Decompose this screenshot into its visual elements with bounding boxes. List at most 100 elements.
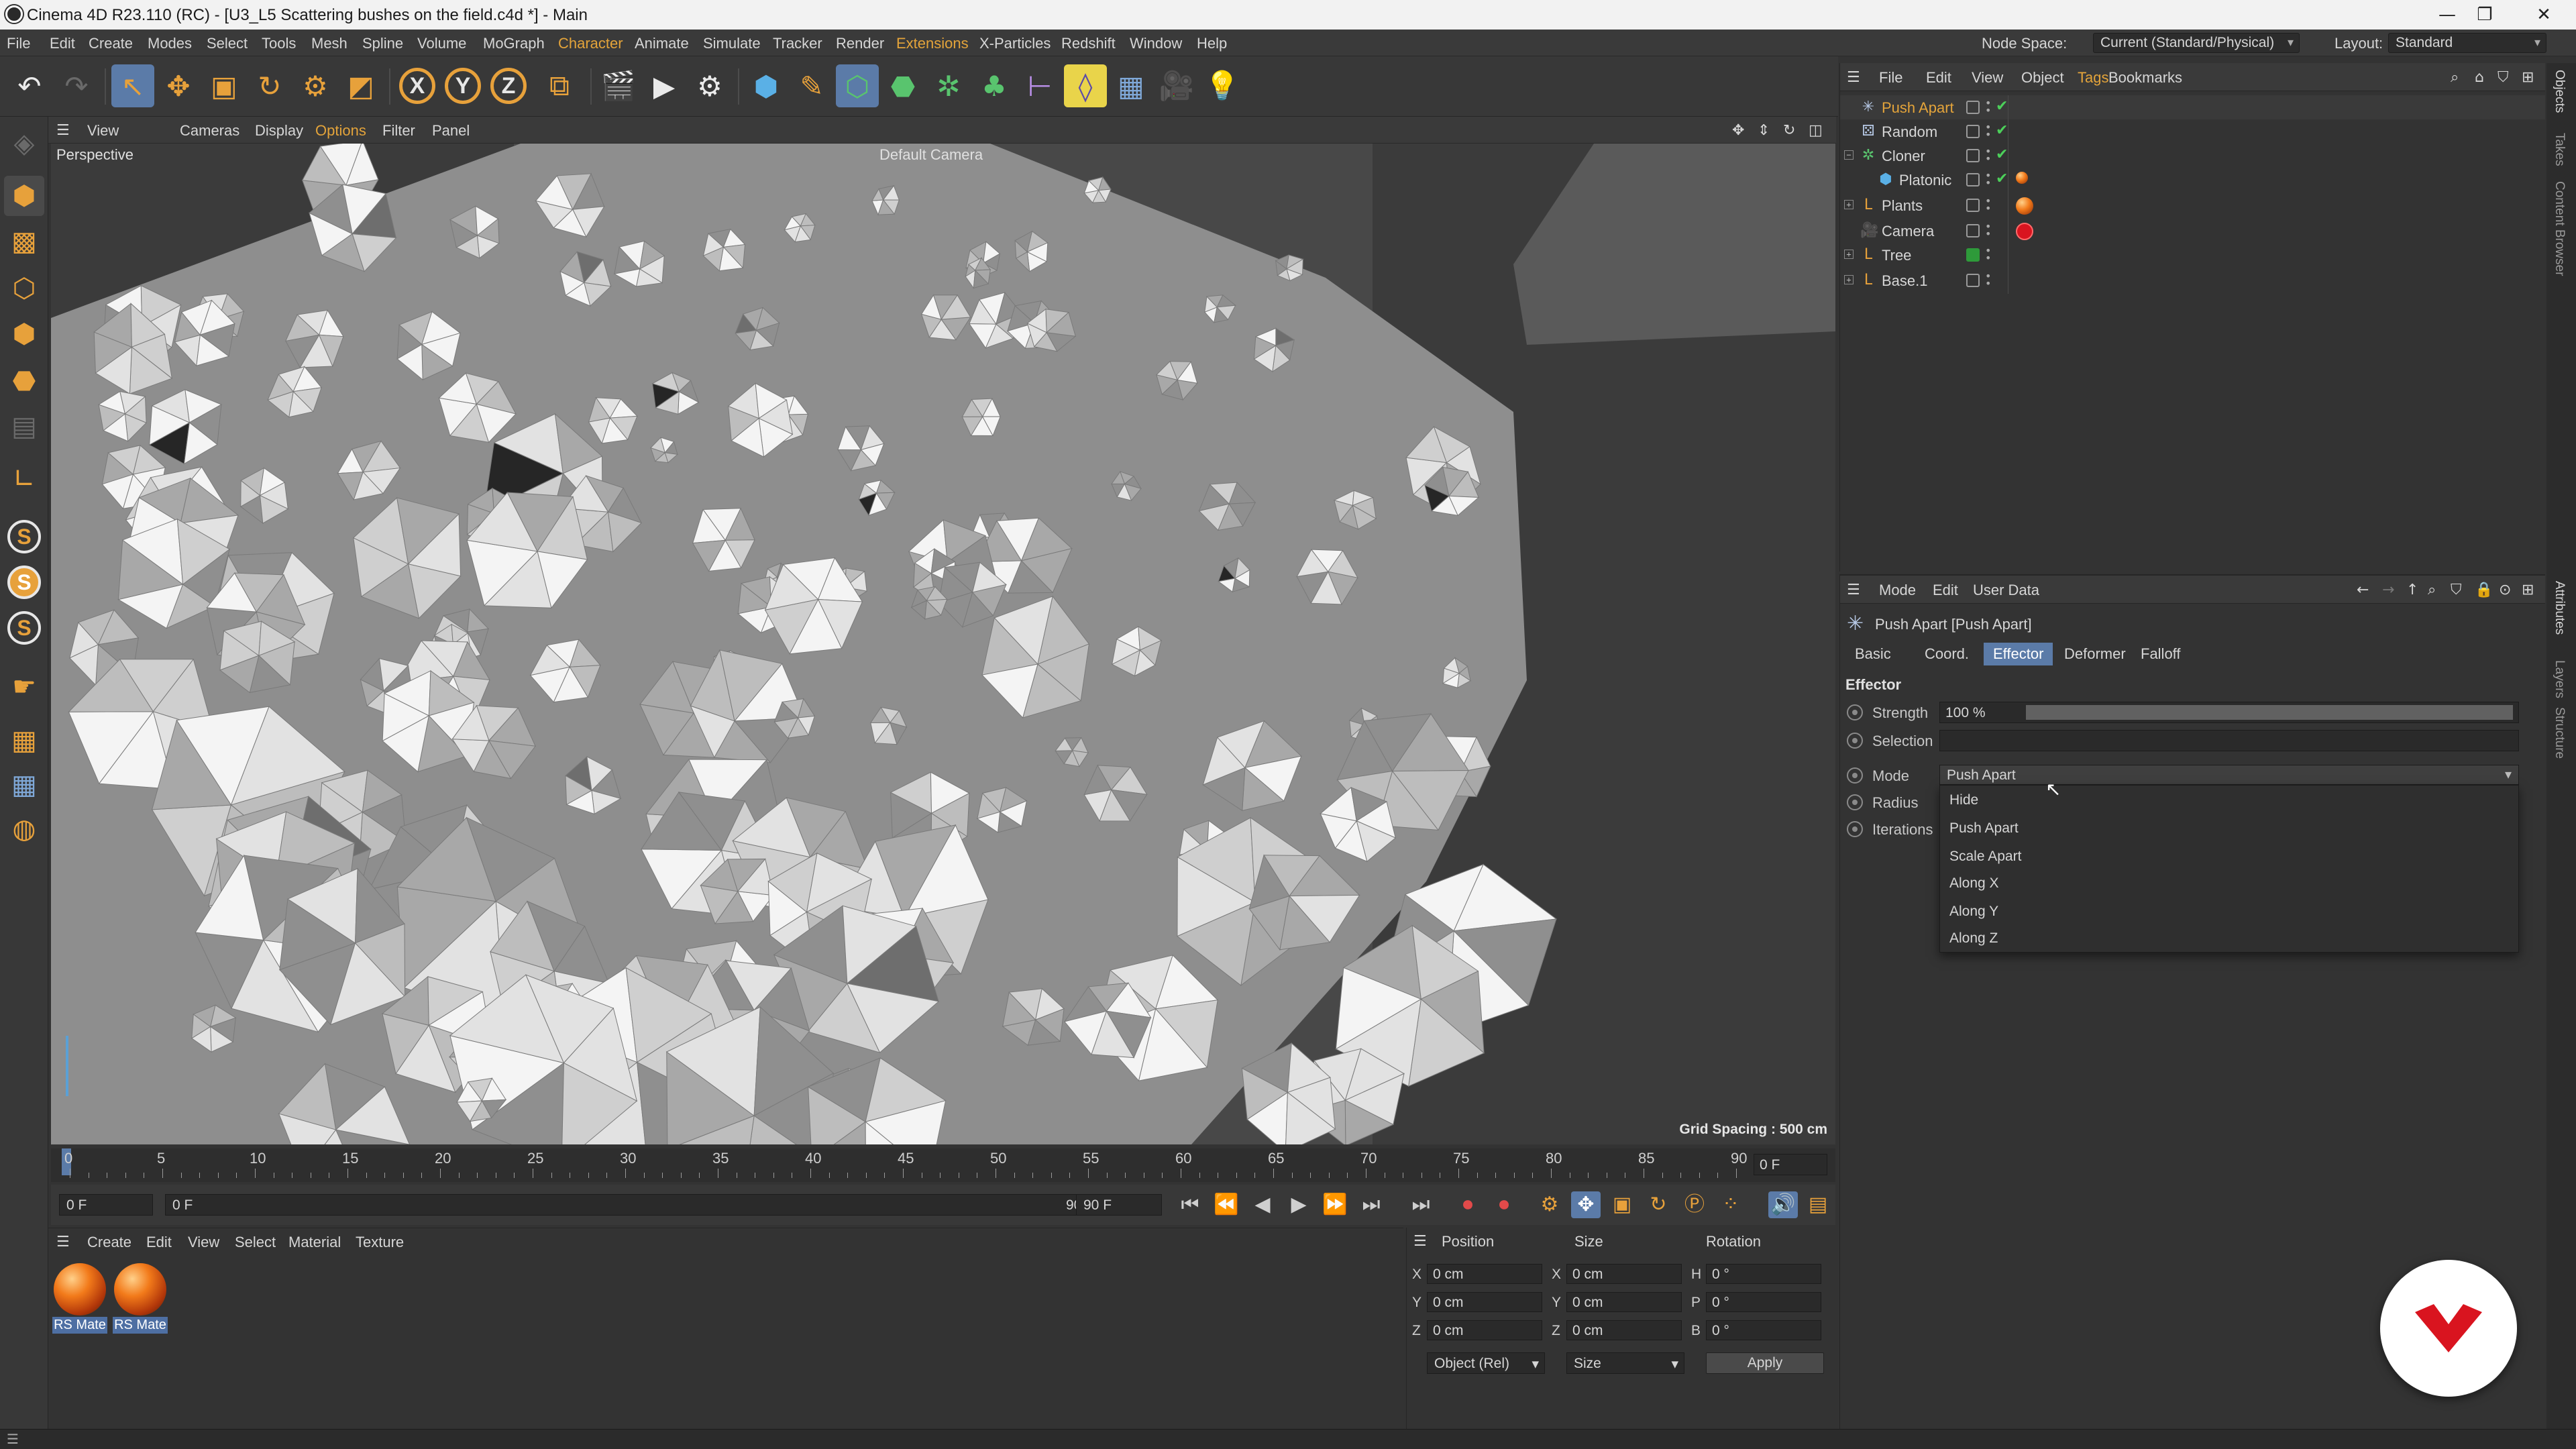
menu-render[interactable]: Render xyxy=(836,35,884,52)
animate-strength-icon[interactable] xyxy=(1847,704,1863,720)
previous-frame-icon[interactable]: ◀ xyxy=(1248,1191,1277,1218)
strength-value[interactable]: 100 % xyxy=(1945,705,1986,721)
live-selection-icon[interactable]: ↖ xyxy=(111,64,154,107)
visibility-toggle[interactable] xyxy=(1966,125,1980,138)
expand-icon[interactable]: + xyxy=(1844,250,1854,259)
snap-icon[interactable]: S xyxy=(4,517,44,557)
switch-view-icon[interactable]: ◫ xyxy=(1809,122,1823,139)
record-point-level-icon[interactable]: ⁘ xyxy=(1716,1191,1746,1218)
menu-edit[interactable]: Edit xyxy=(50,35,75,52)
tab-deformer[interactable]: Deformer xyxy=(2055,643,2135,665)
mode-option-along-x[interactable]: Along X xyxy=(1949,875,1999,892)
maximize-button[interactable]: ❐ xyxy=(2470,3,2500,27)
enabled-check-icon[interactable]: ✔ xyxy=(1996,146,2008,163)
objects-menu-edit[interactable]: Edit xyxy=(1926,69,1951,87)
tweak-icon[interactable]: ☛ xyxy=(4,667,44,707)
objects-menu-view[interactable]: View xyxy=(1972,69,2003,87)
animate-selection-icon[interactable] xyxy=(1847,733,1863,749)
object-row-push-apart[interactable]: ✳ Push Apart • • ✔ xyxy=(1840,95,2545,119)
new-panel-icon[interactable]: ⊞ xyxy=(2522,582,2534,598)
filter-icon[interactable]: ⛉ xyxy=(2498,69,2509,86)
next-frame-icon[interactable]: ⏩ xyxy=(1320,1191,1350,1218)
viewport-menu-view[interactable]: View xyxy=(87,122,119,140)
object-row-camera[interactable]: 🎥 Camera • • xyxy=(1840,219,2545,243)
menu-mograph[interactable]: MoGraph xyxy=(483,35,545,52)
material-tag-icon[interactable] xyxy=(2016,197,2033,215)
size-z-field[interactable]: 0 cm xyxy=(1566,1320,1682,1340)
scheme-icon[interactable]: 🔊 xyxy=(1768,1191,1798,1218)
zoom-view-icon[interactable]: ⇕ xyxy=(1758,122,1770,139)
menu-modes[interactable]: Modes xyxy=(148,35,192,52)
expand-icon[interactable]: + xyxy=(1844,200,1854,209)
search-icon[interactable]: ⌕ xyxy=(2428,582,2436,598)
position-z-field[interactable]: 0 cm xyxy=(1427,1320,1542,1340)
object-row-base1[interactable]: + L Base.1 • • xyxy=(1840,268,2545,292)
play-icon[interactable]: ▶ xyxy=(1284,1191,1313,1218)
menu-animate[interactable]: Animate xyxy=(635,35,689,52)
menu-volume[interactable]: Volume xyxy=(417,35,466,52)
rotate-icon[interactable]: ↻ xyxy=(248,64,291,107)
apply-button[interactable]: Apply xyxy=(1706,1352,1824,1374)
record-keys-icon[interactable]: ⏺ xyxy=(1453,1191,1483,1218)
hamburger-icon[interactable]: ☰ xyxy=(56,1234,70,1250)
polygons-mode-icon[interactable]: ⬣ xyxy=(4,361,44,401)
size-x-field[interactable]: 0 cm xyxy=(1566,1264,1682,1284)
viewport-menu-cameras[interactable]: Cameras xyxy=(180,122,239,140)
rotation-p-field[interactable]: 0 ° xyxy=(1706,1292,1821,1312)
menu-extensions[interactable]: Extensions xyxy=(896,35,969,52)
axis-mode-icon[interactable]: ∟ xyxy=(4,459,44,499)
protection-tag-icon[interactable] xyxy=(2016,223,2033,240)
scale-icon[interactable]: ▣ xyxy=(203,64,246,107)
object-row-tree[interactable]: + L Tree • • xyxy=(1840,243,2545,267)
objects-menu-tags[interactable]: Tags xyxy=(2078,69,2108,87)
object-row-cloner[interactable]: − ✲ Cloner • • ✔ xyxy=(1840,144,2545,168)
undo-icon[interactable]: ↶ xyxy=(8,64,51,107)
object-row-plants[interactable]: + L Plants • • xyxy=(1840,193,2545,217)
minimize-button[interactable]: — xyxy=(2432,3,2462,27)
menu-simulate[interactable]: Simulate xyxy=(703,35,761,52)
floor-icon[interactable]: ▦ xyxy=(1110,64,1152,107)
visibility-dots-icon[interactable]: • • xyxy=(1985,146,1991,164)
visibility-dots-icon[interactable]: • • xyxy=(1985,170,1991,189)
extrude-icon[interactable]: ⬣ xyxy=(881,64,924,107)
field-icon[interactable]: ◊ xyxy=(1064,64,1107,107)
record-position-icon[interactable]: ✥ xyxy=(1571,1191,1601,1218)
enabled-check-icon[interactable]: ✔ xyxy=(1996,170,2008,187)
mode-option-push-apart[interactable]: Push Apart xyxy=(1949,820,2019,837)
position-x-field[interactable]: 0 cm xyxy=(1427,1264,1542,1284)
menu-tracker[interactable]: Tracker xyxy=(773,35,822,52)
redo-icon[interactable]: ↷ xyxy=(55,64,98,107)
end-frame-field[interactable]: 90 F xyxy=(1076,1194,1162,1216)
mode-option-hide[interactable]: Hide xyxy=(1949,792,1978,808)
render-to-picture-viewer-icon[interactable]: ▶ xyxy=(643,64,686,107)
settings-icon[interactable]: ⊙ xyxy=(2499,582,2511,598)
locked-workplane-icon[interactable]: ▦ xyxy=(4,765,44,805)
material-menu-create[interactable]: Create xyxy=(87,1234,131,1251)
hamburger-icon[interactable]: ☰ xyxy=(1847,69,1860,86)
enabled-check-icon[interactable]: ✔ xyxy=(1996,98,2008,115)
forward-arrow-icon[interactable]: → xyxy=(2382,582,2394,598)
tab-falloff[interactable]: Falloff xyxy=(2131,643,2190,665)
menu-spline[interactable]: Spline xyxy=(362,35,403,52)
object-row-random[interactable]: ⚄ Random • • ✔ xyxy=(1840,119,2545,144)
coordinate-system-icon[interactable]: ⧉ xyxy=(538,64,581,107)
visibility-dots-icon[interactable]: • • xyxy=(1985,246,1991,264)
hamburger-icon[interactable]: ☰ xyxy=(1847,582,1860,598)
rotate-view-icon[interactable]: ↻ xyxy=(1783,122,1795,139)
objects-menu-object[interactable]: Object xyxy=(2021,69,2064,87)
objects-menu-file[interactable]: File xyxy=(1879,69,1902,87)
edges-mode-icon[interactable]: ⬢ xyxy=(4,314,44,354)
menu-window[interactable]: Window xyxy=(1130,35,1182,52)
material-thumbnail[interactable]: RS Mate xyxy=(113,1263,168,1334)
menu-help[interactable]: Help xyxy=(1197,35,1227,52)
y-axis-lock-icon[interactable]: Y xyxy=(441,64,484,107)
object-row-platonic[interactable]: ⬢ Platonic • • ✔ xyxy=(1840,168,2545,192)
mode-option-scale-apart[interactable]: Scale Apart xyxy=(1949,849,2021,865)
visibility-toggle[interactable] xyxy=(1966,224,1980,237)
subdivision-surface-icon[interactable]: ⬡ xyxy=(836,64,879,107)
autokeying-icon[interactable]: ⏺ xyxy=(1489,1191,1519,1218)
material-thumbnail[interactable]: RS Mate xyxy=(52,1263,107,1334)
next-key-icon[interactable]: ⏭ xyxy=(1356,1191,1386,1218)
mode-dropdown[interactable]: Push Apart ▾ xyxy=(1939,765,2519,785)
objects-menu-bookmarks[interactable]: Bookmarks xyxy=(2108,69,2182,87)
